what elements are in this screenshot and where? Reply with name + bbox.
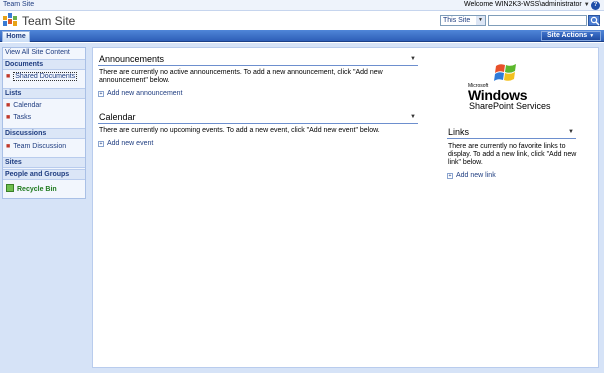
add-link-label: Add new link	[456, 172, 496, 179]
site-logo-icon	[3, 13, 17, 26]
calendar-title[interactable]: Calendar	[99, 112, 136, 122]
welcome-menu[interactable]: Welcome WIN2K3-WSS\administrator ▼	[464, 1, 590, 8]
welcome-text: Welcome WIN2K3-WSS\administrator	[464, 1, 582, 8]
ql-header-discussions[interactable]: Discussions	[3, 128, 85, 139]
add-link-label: Add new announcement	[107, 90, 183, 97]
divider	[98, 123, 418, 124]
add-icon: +	[98, 141, 104, 147]
bullet-icon: ■	[6, 114, 11, 121]
announcements-title[interactable]: Announcements	[99, 54, 164, 64]
top-nav-bar: Home Site Actions ▼	[0, 30, 604, 42]
bullet-icon: ■	[6, 73, 11, 80]
recycle-bin-icon	[6, 184, 14, 192]
ql-header-lists[interactable]: Lists	[3, 88, 85, 99]
search-button[interactable]	[588, 15, 600, 26]
recycle-bin-link[interactable]: Recycle Bin	[6, 184, 57, 193]
global-breadcrumb-bar: Team Site Welcome WIN2K3-WSS\administrat…	[0, 0, 604, 11]
ql-item-calendar[interactable]: ■ Calendar	[6, 102, 42, 109]
search-icon	[590, 16, 600, 26]
ql-item-team-discussion[interactable]: ■ Team Discussion	[6, 143, 66, 150]
announcements-menu-icon[interactable]: ▼	[410, 56, 416, 62]
calendar-empty-text: There are currently no upcoming events. …	[99, 127, 380, 134]
view-all-site-content-link[interactable]: View All Site Content	[5, 49, 70, 56]
divider	[98, 65, 418, 66]
chevron-down-icon: ▼	[476, 16, 485, 25]
site-actions-label: Site Actions	[547, 32, 588, 39]
chevron-down-icon: ▼	[589, 33, 595, 39]
recycle-bin-label: Recycle Bin	[17, 186, 57, 193]
search-scope-value: This Site	[443, 17, 471, 24]
links-empty-text: There are currently no favorite links to…	[448, 143, 577, 166]
add-new-announcement-link[interactable]: + Add new announcement	[98, 90, 183, 97]
ql-item-label: Team Discussion	[13, 143, 67, 150]
ql-header-documents[interactable]: Documents	[3, 59, 85, 70]
brand-product-text: SharePoint Services	[469, 101, 551, 111]
breadcrumb-team-site[interactable]: Team Site	[3, 1, 34, 8]
bullet-icon: ■	[6, 102, 11, 109]
search-input[interactable]	[488, 15, 587, 26]
tab-home[interactable]: Home	[2, 31, 30, 42]
add-icon: +	[447, 173, 453, 179]
ql-item-label: Tasks	[13, 114, 32, 121]
page-title: Team Site	[22, 14, 76, 28]
calendar-menu-icon[interactable]: ▼	[410, 114, 416, 120]
add-link-label: Add new event	[107, 140, 154, 147]
ql-header-people-and-groups[interactable]: People and Groups	[3, 169, 85, 180]
add-new-event-link[interactable]: + Add new event	[98, 140, 153, 147]
links-title[interactable]: Links	[448, 127, 469, 137]
chevron-down-icon: ▼	[583, 2, 590, 8]
divider	[447, 138, 576, 139]
ql-item-label: Calendar	[13, 102, 42, 109]
bullet-icon: ■	[6, 143, 11, 150]
ql-header-sites[interactable]: Sites	[3, 157, 85, 168]
links-menu-icon[interactable]: ▼	[568, 129, 574, 135]
ql-item-tasks[interactable]: ■ Tasks	[6, 114, 31, 121]
ql-item-label: Shared Documents	[13, 72, 78, 81]
announcements-empty-text: There are currently no active announceme…	[99, 69, 383, 84]
add-new-link-link[interactable]: + Add new link	[447, 172, 496, 179]
add-icon: +	[98, 91, 104, 97]
ql-item-shared-documents[interactable]: ■ Shared Documents	[6, 72, 78, 81]
title-area: Team Site This Site ▼	[0, 11, 604, 30]
site-actions-menu[interactable]: Site Actions ▼	[541, 31, 601, 41]
search-scope-select[interactable]: This Site ▼	[440, 15, 486, 26]
windows-flag-icon	[494, 64, 516, 81]
windows-sharepoint-services-logo: Microsoft Windows SharePoint Services	[468, 62, 568, 112]
help-icon[interactable]: ?	[591, 1, 600, 10]
